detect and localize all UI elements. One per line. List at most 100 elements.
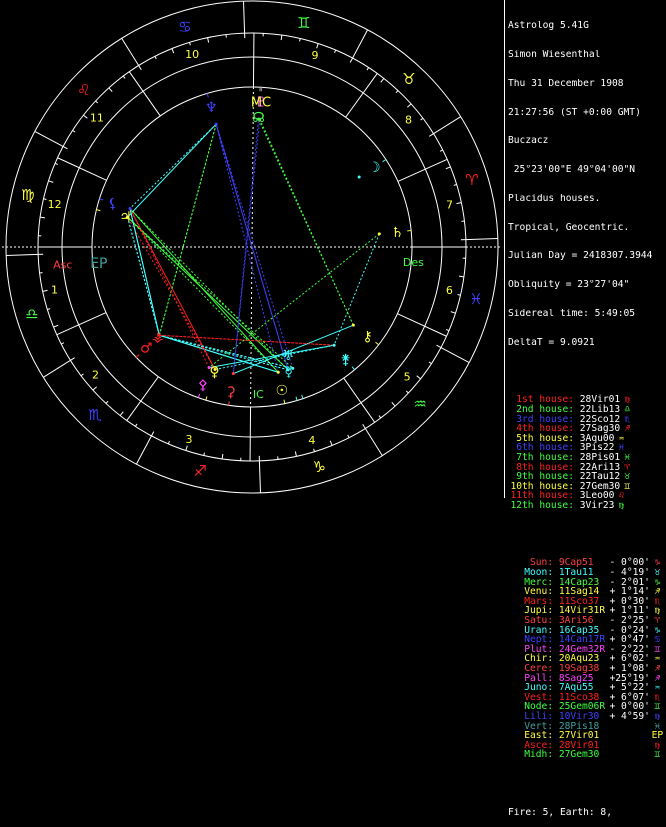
degree-tick	[458, 295, 461, 296]
planet-row: Satu: 3Ari56- 2°25'♈	[508, 616, 664, 626]
degree-tick	[281, 35, 282, 40]
neptune-icon: ♆	[205, 100, 218, 116]
degree-tick	[47, 309, 50, 310]
sign-icon: ♓	[469, 290, 482, 308]
degree-tick	[392, 402, 395, 406]
planet-label: Juno:	[508, 683, 553, 693]
degree-tick	[429, 362, 432, 364]
mars-icon: ♂	[140, 341, 153, 357]
degree-tick	[70, 358, 74, 361]
sign-icon: ♋	[178, 18, 191, 36]
planet-row: Cere: 19Sag38+ 1°08'♐	[508, 664, 664, 674]
planet-dot	[291, 367, 294, 370]
degree-tick	[151, 432, 153, 436]
planet-value: 8Sag25	[553, 674, 609, 684]
planet-latitude: + 1°08'	[610, 664, 651, 674]
planet-glyphs: ♄☽♇☊♆⚸♃♂⚶⚴♀⚳☉☿♅⚵⚷	[96, 87, 411, 405]
planet-label: Jupi:	[508, 606, 553, 616]
sign-icon: ♉	[402, 70, 415, 88]
degree-tick	[406, 391, 408, 393]
planet-row: Mars: 11Sco37+ 0°30'♏	[508, 597, 664, 607]
planet-row: Juno: 7Aqu55+ 5°22'♒	[508, 683, 664, 693]
planet-tick	[136, 355, 139, 358]
planet-value: 11Sco37	[553, 597, 609, 607]
zodiac-type: Tropical, Geocentric.	[508, 223, 664, 233]
planet-tick	[198, 394, 199, 398]
aspect-line	[130, 208, 159, 335]
degree-tick	[429, 134, 433, 137]
degree-tick	[186, 446, 188, 451]
degree-tick	[204, 453, 205, 456]
planet-sign-icon: ♐	[651, 664, 664, 674]
sign-icon: ♒	[413, 395, 426, 413]
house-cusp	[127, 377, 159, 421]
juno-icon: ⚵	[341, 352, 351, 368]
sign-boundary	[43, 360, 70, 377]
planet-sign-icon: ♏	[651, 693, 664, 703]
degree-tick	[48, 181, 53, 183]
planet-label: Pall:	[508, 674, 553, 684]
degree-tick	[396, 91, 398, 93]
planet-latitude: + 6°07'	[610, 693, 651, 703]
house-number: 4	[308, 434, 315, 447]
planet-label: Vest:	[508, 693, 553, 703]
degree-tick	[295, 451, 296, 456]
planet-dot	[358, 175, 361, 178]
uranus-icon: ♅	[282, 348, 295, 364]
planet-tick	[207, 93, 208, 97]
degree-tick	[44, 199, 47, 200]
sign-boundary	[136, 436, 151, 464]
planet-sign-icon: ♑	[651, 626, 664, 636]
planet-label: Midh:	[508, 750, 553, 760]
degree-tick	[190, 42, 191, 45]
house-label: 12th house:	[508, 501, 574, 511]
degree-tick	[367, 68, 369, 71]
sun-icon: ☉	[276, 383, 289, 399]
planet-latitude	[610, 741, 651, 751]
planet-value: 28Vir01	[553, 741, 609, 751]
degree-tick	[417, 376, 421, 379]
planet-latitude: - 2°22'	[610, 645, 651, 655]
planet-value: 14Can17R	[553, 635, 609, 645]
planet-dot	[215, 123, 218, 126]
degree-tick	[407, 104, 411, 107]
planet-latitude: - 0°24'	[610, 626, 651, 636]
planet-value: 19Sag38	[553, 664, 609, 674]
degree-tick	[73, 130, 76, 132]
house-number: 9	[311, 49, 318, 62]
degree-tick	[168, 441, 169, 444]
aspect-line	[159, 124, 216, 335]
planet-row: East: 27Vir01EP	[508, 731, 664, 741]
mc-label: MC	[251, 95, 271, 110]
planet-latitude: - 2°01'	[610, 578, 651, 588]
planet-value: 16Cap35	[553, 626, 609, 636]
planet-label: Moon:	[508, 568, 553, 578]
planet-latitude: - 2°25'	[610, 616, 651, 626]
degree-tick	[446, 167, 451, 169]
pallas-icon: ⚴	[198, 378, 208, 394]
sign-boundary	[365, 429, 382, 456]
degree-tick	[451, 312, 456, 314]
house-cusp	[346, 73, 378, 117]
degree-tick	[55, 163, 58, 164]
degree-tick	[93, 387, 97, 390]
planet-label: Sun:	[508, 558, 553, 568]
planet-value: 1Tau11	[553, 568, 609, 578]
planet-row: Chir: 20Aqu23+ 6°02'♒	[508, 654, 664, 664]
degree-tick	[381, 78, 384, 82]
house-system: Placidus houses.	[508, 194, 664, 204]
degree-tick	[379, 416, 381, 418]
planet-sign-icon: ♈	[651, 616, 664, 626]
house-row: 11th house: 3Leo00♌	[508, 491, 664, 501]
planet-tick	[383, 159, 386, 161]
house-number: 11	[90, 112, 104, 125]
house-sign-icon: ♌	[614, 491, 628, 501]
planet-dot	[378, 232, 381, 235]
degree-tick	[40, 217, 45, 218]
house-number: 7	[446, 199, 453, 212]
sign-boundary	[244, 1, 245, 33]
aspect-line	[128, 124, 217, 217]
degree-tick	[139, 65, 142, 69]
planet-tick	[206, 396, 207, 400]
panel-divider	[504, 0, 505, 498]
